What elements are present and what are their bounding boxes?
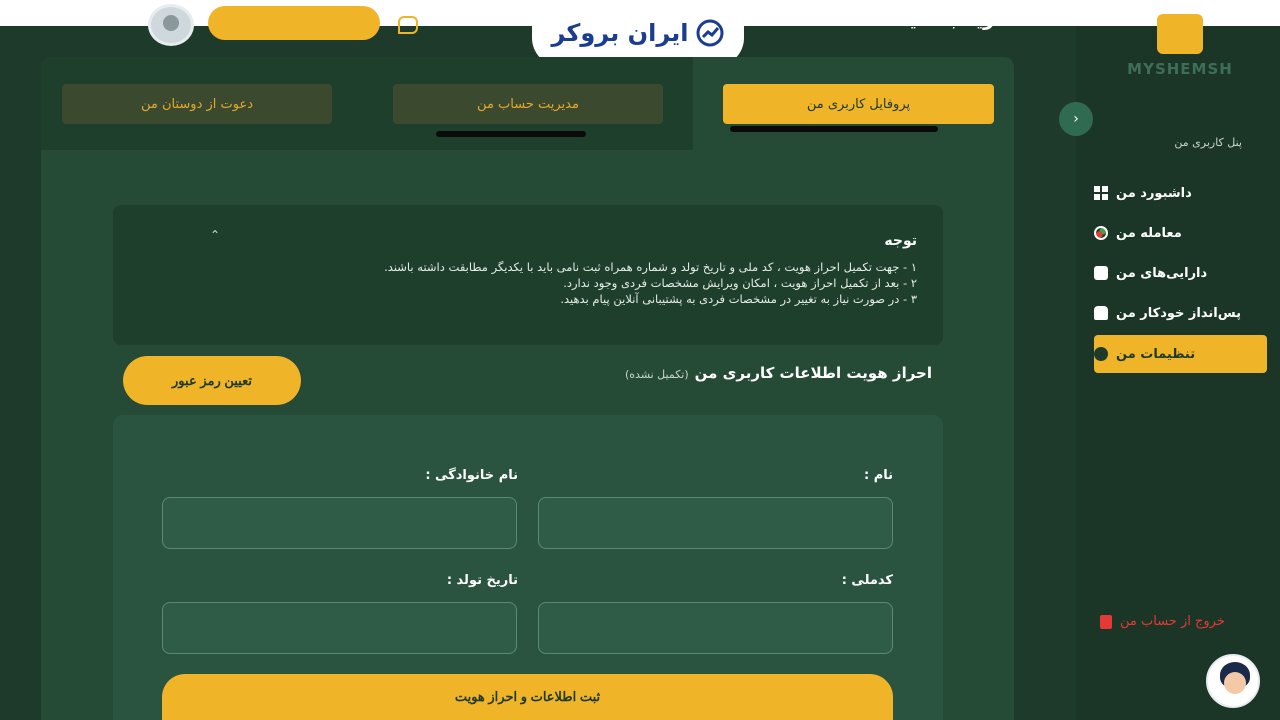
last-name-label: نام خانوادگی : bbox=[425, 468, 518, 483]
logout-label: خروج از حساب من bbox=[1120, 614, 1225, 629]
robot-icon bbox=[1094, 306, 1108, 320]
chevron-right-icon: › bbox=[1073, 111, 1079, 127]
sidebar-item-dashboard[interactable]: داشبورد من bbox=[1094, 174, 1267, 212]
set-password-button[interactable]: تعیین رمز عبور bbox=[123, 356, 301, 405]
sidebar-item-label: داشبورد من bbox=[1116, 185, 1192, 201]
last-name-field[interactable] bbox=[162, 497, 517, 549]
sidebar-item-trade[interactable]: معامله من bbox=[1094, 214, 1267, 252]
user-avatar[interactable] bbox=[148, 4, 194, 46]
tab-profile[interactable]: پروفایل کاربری من bbox=[723, 84, 994, 124]
first-name-label: نام : bbox=[863, 468, 893, 483]
sidebar-item-label: دارایی‌های من bbox=[1116, 265, 1208, 281]
national-code-field[interactable] bbox=[538, 602, 893, 654]
notice-box: توجه ۱ - جهت تکمیل احراز هویت ، کد ملی و… bbox=[113, 205, 943, 345]
birth-date-field[interactable] bbox=[162, 602, 517, 654]
tab-label: دعوت از دوستان من bbox=[140, 96, 254, 112]
submit-verification-button[interactable]: ثبت اطلاعات و احراز هویت bbox=[162, 674, 893, 720]
support-chat-avatar[interactable] bbox=[1206, 654, 1260, 708]
first-name-field[interactable] bbox=[538, 497, 893, 549]
redaction-mark bbox=[436, 131, 586, 137]
header-title: خرید به قیمت ... bbox=[844, 6, 1010, 30]
trade-icon bbox=[1094, 226, 1108, 240]
header-action-button[interactable] bbox=[208, 6, 380, 40]
chat-icon[interactable] bbox=[398, 16, 418, 34]
tab-label: پروفایل کاربری من bbox=[806, 96, 911, 112]
sidebar-item-settings[interactable]: تنظیمات من bbox=[1094, 335, 1267, 373]
national-code-label: کدملی : bbox=[841, 573, 893, 588]
redaction-mark bbox=[730, 126, 938, 132]
birth-date-label: تاریخ تولد : bbox=[446, 573, 518, 588]
chevron-up-icon[interactable]: ⌃ bbox=[210, 228, 220, 242]
sidebar-item-assets[interactable]: دارایی‌های من bbox=[1094, 254, 1267, 292]
verification-status: (تکمیل نشده) bbox=[624, 368, 689, 381]
gear-icon bbox=[1094, 347, 1108, 361]
sidebar-item-label: پس‌انداز خودکار من bbox=[1116, 305, 1241, 321]
sidebar-toggle-button[interactable]: › bbox=[1059, 102, 1093, 136]
sidebar-item-auto-savings[interactable]: پس‌انداز خودکار من bbox=[1094, 294, 1267, 332]
logo-icon bbox=[1157, 14, 1203, 54]
notice-line: ۱ - جهت تکمیل احراز هویت ، کد ملی و تاری… bbox=[384, 260, 917, 274]
notice-line: ۲ - بعد از تکمیل احراز هویت ، امکان ویرا… bbox=[563, 276, 917, 290]
tab-label: مدیریت حساب من bbox=[477, 96, 579, 112]
logout-link[interactable]: خروج از حساب من bbox=[1100, 614, 1250, 629]
wallet-icon bbox=[1094, 266, 1108, 280]
logout-icon bbox=[1100, 614, 1112, 629]
logo-text: MYSHEMSH bbox=[1127, 60, 1233, 78]
tab-account-management[interactable]: مدیریت حساب من bbox=[393, 84, 663, 124]
notice-title: توجه bbox=[884, 233, 917, 249]
tab-invite-friends[interactable]: دعوت از دوستان من bbox=[62, 84, 332, 124]
sidebar-item-label: معامله من bbox=[1116, 225, 1182, 241]
notice-line: ۳ - در صورت نیاز به تغییر در مشخصات فردی… bbox=[560, 292, 917, 306]
sidebar-item-label: تنظیمات من bbox=[1116, 346, 1196, 362]
panel-label: پنل کاربری من bbox=[1174, 136, 1242, 149]
verification-title: احراز هویت اطلاعات کاربری من bbox=[694, 364, 932, 382]
trend-icon bbox=[696, 19, 724, 47]
grid-icon bbox=[1094, 186, 1108, 200]
watermark-text: ایران بروکر bbox=[551, 19, 689, 47]
verification-heading: احراز هویت اطلاعات کاربری من (تکمیل نشده… bbox=[560, 364, 932, 382]
